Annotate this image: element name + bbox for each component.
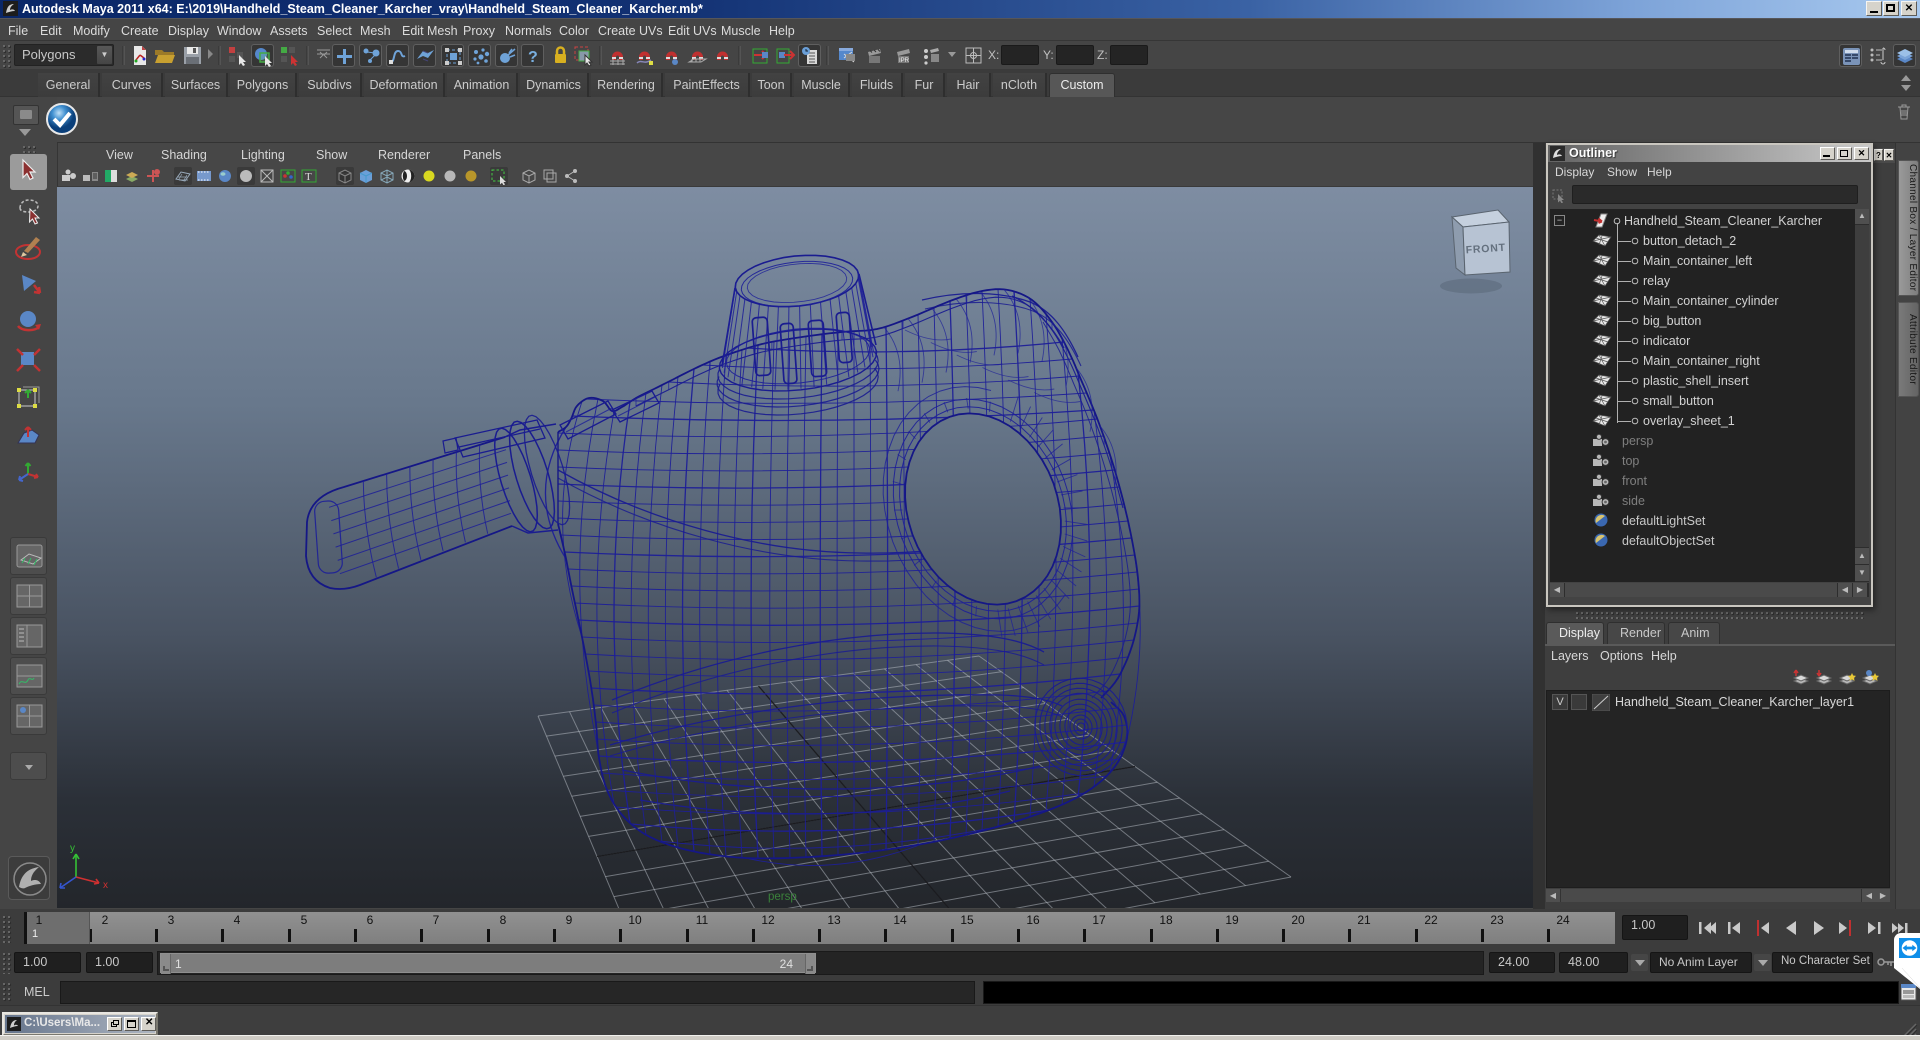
- svg-text:?: ?: [528, 49, 538, 66]
- svg-text:persp: persp: [768, 891, 797, 903]
- svg-text:x: x: [103, 880, 108, 891]
- svg-text:y: y: [70, 843, 75, 854]
- svg-text:T: T: [305, 171, 312, 183]
- svg-text:IPR: IPR: [899, 58, 910, 64]
